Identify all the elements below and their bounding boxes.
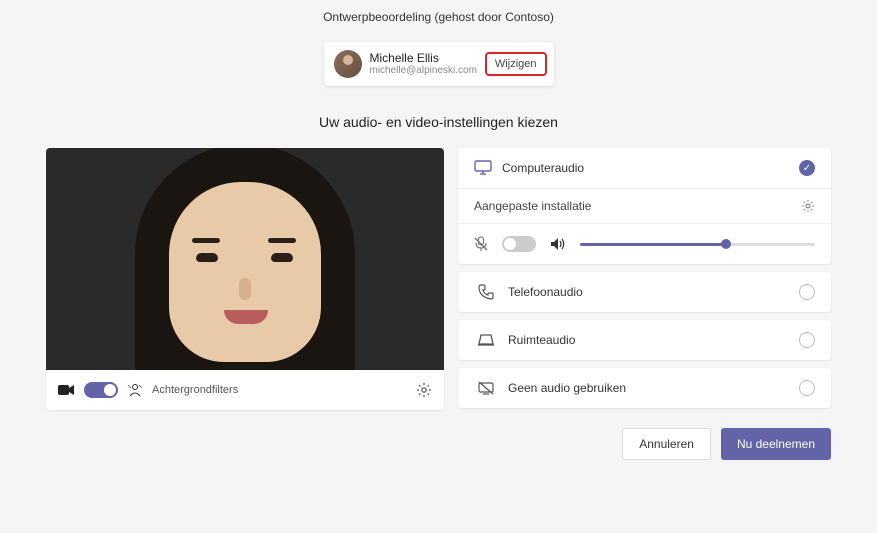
phone-audio-label: Telefoonaudio bbox=[508, 285, 799, 299]
join-now-button[interactable]: Nu deelnemen bbox=[721, 428, 831, 460]
room-audio-radio[interactable] bbox=[799, 332, 815, 348]
video-controls: Achtergrondfilters bbox=[46, 370, 444, 410]
no-audio-option[interactable]: Geen audio gebruiken bbox=[458, 368, 831, 408]
computer-audio-card: Computeraudio Aangepaste installatie bbox=[458, 148, 831, 264]
no-audio-label: Geen audio gebruiken bbox=[508, 381, 799, 395]
avatar bbox=[334, 50, 362, 78]
room-icon bbox=[474, 333, 498, 347]
user-info: Michelle Ellis michelle@alpineski.com bbox=[370, 51, 477, 77]
audio-settings-icon[interactable] bbox=[801, 199, 815, 213]
speaker-icon bbox=[550, 237, 566, 251]
custom-setup-row: Aangepaste installatie bbox=[458, 189, 831, 224]
settings-subtitle: Uw audio- en video-instellingen kiezen bbox=[0, 114, 877, 130]
phone-audio-radio[interactable] bbox=[799, 284, 815, 300]
monitor-icon bbox=[474, 160, 492, 176]
background-filters-icon bbox=[128, 383, 142, 397]
no-audio-icon bbox=[474, 381, 498, 395]
no-audio-radio[interactable] bbox=[799, 380, 815, 396]
user-name: Michelle Ellis bbox=[370, 51, 477, 65]
cancel-button[interactable]: Annuleren bbox=[622, 428, 711, 460]
computer-audio-radio[interactable] bbox=[799, 160, 815, 176]
computer-audio-label: Computeraudio bbox=[502, 161, 799, 175]
phone-audio-option[interactable]: Telefoonaudio bbox=[458, 272, 831, 312]
audio-controls-row bbox=[458, 224, 831, 264]
video-settings-icon[interactable] bbox=[416, 382, 432, 398]
camera-icon bbox=[58, 384, 74, 396]
room-audio-option[interactable]: Ruimteaudio bbox=[458, 320, 831, 360]
change-account-button[interactable]: Wijzigen bbox=[485, 52, 547, 76]
meeting-title: Ontwerpbeoordeling (gehost door Contoso) bbox=[0, 0, 877, 34]
computer-audio-option[interactable]: Computeraudio bbox=[458, 148, 831, 189]
camera-toggle[interactable] bbox=[84, 382, 118, 398]
volume-slider[interactable] bbox=[580, 243, 815, 246]
audio-panel: Computeraudio Aangepaste installatie bbox=[458, 148, 831, 410]
mic-muted-icon bbox=[474, 236, 488, 252]
custom-setup-label: Aangepaste installatie bbox=[474, 199, 591, 213]
user-email: michelle@alpineski.com bbox=[370, 65, 477, 77]
mic-toggle[interactable] bbox=[502, 236, 536, 252]
footer-actions: Annuleren Nu deelnemen bbox=[0, 410, 877, 460]
room-audio-label: Ruimteaudio bbox=[508, 333, 799, 347]
user-card: Michelle Ellis michelle@alpineski.com Wi… bbox=[324, 42, 554, 86]
video-preview bbox=[46, 148, 444, 370]
video-panel: Achtergrondfilters bbox=[46, 148, 444, 410]
phone-icon bbox=[474, 284, 498, 300]
background-filters-label[interactable]: Achtergrondfilters bbox=[152, 384, 406, 396]
